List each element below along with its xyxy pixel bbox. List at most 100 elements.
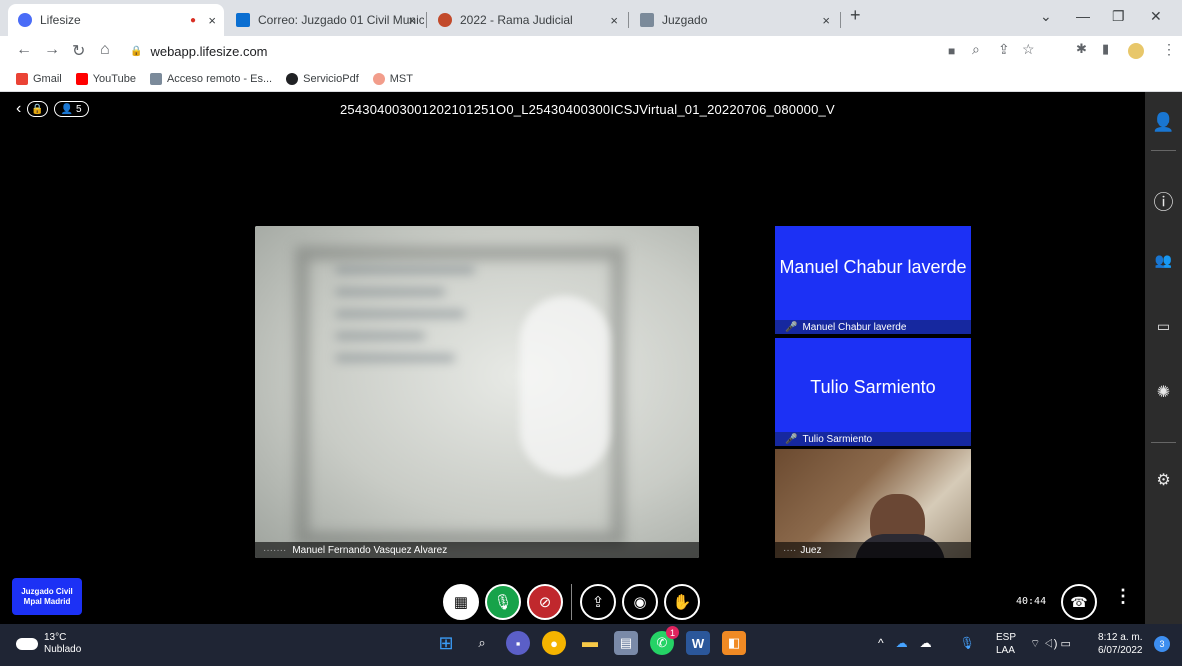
forward-icon[interactable]: → (44, 41, 60, 59)
raise-hand-button[interactable]: ✋ (664, 584, 700, 620)
bookmark-mst[interactable]: MST (372, 72, 413, 85)
lang-secondary: LAA (996, 645, 1015, 656)
tab-correo[interactable]: Correo: Juzgado 01 Civil Municip × (226, 4, 424, 36)
video-document-text (335, 266, 495, 416)
settings-gear-icon[interactable]: ⚙ (1145, 470, 1182, 490)
search-icon[interactable]: ⌕ (470, 631, 494, 655)
close-tab-icon[interactable]: × (822, 13, 830, 28)
camera-in-use-icon[interactable]: ■ (948, 44, 955, 58)
notification-badge[interactable]: 3 (1154, 636, 1170, 652)
teams-icon[interactable]: ▪ (506, 631, 530, 655)
cloud-tray-icon[interactable]: ☁ (920, 636, 932, 650)
lifesize-icon (18, 13, 32, 27)
bookmark-label: ServicioPdf (303, 72, 359, 85)
extensions-icon[interactable]: ✱ (1076, 41, 1087, 57)
recording-icon: ● (189, 14, 196, 26)
tile-display-name: Tulio Sarmiento (810, 377, 936, 397)
bookmark-acceso-remoto[interactable]: Acceso remoto - Es... (149, 72, 272, 85)
side-panel-icon[interactable]: ▮ (1102, 41, 1109, 57)
chrome-icon[interactable]: ● (542, 631, 566, 655)
windows-taskbar: 13°C Nublado ⊞ ⌕ ▪ ● ▬ ▤ ✆ 1 W ◧ ^ ☁ ☁ 🎙 E… (0, 624, 1182, 666)
signal-icon: ······· (263, 544, 287, 556)
network-volume-battery-icons[interactable]: ⌔ ◁) ▭ (1030, 637, 1071, 651)
cloud-icon (16, 638, 38, 650)
pdf-tool-icon[interactable]: ◧ (722, 631, 746, 655)
bookmark-gmail[interactable]: Gmail (16, 72, 62, 85)
whatsapp-badge: 1 (666, 626, 679, 639)
close-tab-icon[interactable]: × (408, 13, 416, 28)
outlook-icon (236, 13, 250, 27)
call-top-left: ‹ 🔒 👤 5 (16, 100, 89, 118)
bookmark-youtube[interactable]: YouTube (75, 72, 136, 85)
back-icon[interactable]: ← (16, 41, 32, 59)
info-icon[interactable]: ⓘ (1145, 186, 1182, 215)
share-icon[interactable]: ⇪ (998, 41, 1010, 58)
back-chevron-icon[interactable]: ‹ (16, 100, 21, 118)
close-tab-icon[interactable]: × (208, 13, 216, 28)
tab-rama-judicial[interactable]: 2022 - Rama Judicial × (428, 4, 626, 36)
app-icon[interactable]: ▤ (614, 631, 638, 655)
new-tab-button[interactable]: + (850, 5, 861, 26)
tab-juzgado[interactable]: Juzgado × (630, 4, 838, 36)
main-participant-label: ······· Manuel Fernando Vasquez Alvarez (255, 542, 699, 558)
home-icon[interactable]: ⌂ (100, 41, 110, 59)
lang-primary: ESP (996, 632, 1017, 643)
url-text: webapp.lifesize.com (150, 43, 268, 59)
hang-up-button[interactable]: ☎ (1061, 584, 1097, 620)
camera-off-button[interactable]: ⊘ (527, 584, 563, 620)
angular-icon (286, 72, 299, 85)
layout-button[interactable]: ▦ (443, 584, 479, 620)
bookmark-label: YouTube (92, 72, 136, 85)
bookmark-star-icon[interactable]: ☆ (1022, 41, 1035, 58)
participants-pill[interactable]: 👤 5 (53, 101, 89, 117)
participant-tile[interactable]: Manuel Chabur laverde 🎤 Manuel Chabur lav… (775, 226, 971, 334)
zoom-icon[interactable]: ⌕ (972, 41, 980, 58)
rail-divider (1151, 442, 1176, 443)
url-field[interactable]: 🔒 webapp.lifesize.com (130, 39, 930, 63)
close-window-icon[interactable]: ✕ (1150, 8, 1162, 25)
tile-display-name: Manuel Chabur laverde (779, 257, 967, 277)
lock-call-icon[interactable]: 🔒 (27, 101, 48, 117)
tray-chevron-icon[interactable]: ^ (878, 636, 884, 650)
tab-lifesize[interactable]: Lifesize ● × (8, 4, 224, 36)
whatsapp-icon[interactable]: ✆ 1 (650, 626, 679, 655)
microphone-button[interactable]: 🎙 (485, 584, 521, 620)
participant-video-tile[interactable]: ···· Juez (775, 449, 971, 558)
onedrive-icon[interactable]: ☁ (896, 636, 908, 650)
participant-tile[interactable]: Tulio Sarmiento 🎤 Tulio Sarmiento (775, 338, 971, 446)
reactions-icon[interactable]: ✺ (1145, 382, 1182, 402)
browser-tab-bar: Lifesize ● × Correo: Juzgado 01 Civil Mu… (0, 0, 1182, 36)
record-button[interactable]: ◉ (622, 584, 658, 620)
minimize-icon[interactable]: — (1076, 8, 1090, 24)
time: 8:12 a. m. (1098, 632, 1143, 643)
tab-search-icon[interactable]: ⌄ (1040, 8, 1052, 25)
video-tile-label: ···· Juez (775, 542, 971, 558)
clock[interactable]: 8:12 a. m. 6/07/2022 (1098, 631, 1143, 657)
start-icon[interactable]: ⊞ (434, 631, 458, 655)
file-explorer-icon[interactable]: ▬ (578, 631, 602, 655)
restore-icon[interactable]: ❐ (1112, 8, 1125, 25)
input-language[interactable]: ESP LAA (996, 631, 1016, 657)
tab-title: Lifesize (40, 13, 81, 27)
share-screen-button[interactable]: ⇪ (580, 584, 616, 620)
tab-title: Correo: Juzgado 01 Civil Municip (258, 13, 424, 27)
system-tray: ^ ☁ ☁ 🎙 (878, 636, 975, 650)
participants-icon[interactable]: 👥 (1145, 252, 1182, 269)
call-controls: ▦ 🎙 ⊘ ⇪ ◉ ✋ (443, 584, 700, 620)
profile-avatar[interactable] (1128, 43, 1144, 59)
bookmark-label: MST (389, 72, 413, 85)
weather-widget[interactable]: 13°C Nublado (16, 632, 81, 656)
tile-label-bar: 🎤 Tulio Sarmiento (775, 432, 971, 446)
close-tab-icon[interactable]: × (610, 13, 618, 28)
tile-label-bar: 🎤 Manuel Chabur laverde (775, 320, 971, 334)
rail-divider (1151, 150, 1176, 151)
word-icon[interactable]: W (686, 631, 710, 655)
more-options-icon[interactable]: ⋮ (1114, 586, 1132, 607)
bookmark-serviciopdf[interactable]: ServicioPdf (286, 72, 359, 85)
add-participant-icon[interactable]: 👤 (1145, 112, 1182, 133)
menu-icon[interactable]: ⋮ (1162, 41, 1176, 58)
mic-tray-icon[interactable]: 🎙 (960, 636, 975, 650)
reload-icon[interactable]: ↻ (72, 41, 85, 61)
chat-icon[interactable]: ▭ (1145, 318, 1182, 335)
main-video[interactable]: ······· Manuel Fernando Vasquez Alvarez (255, 226, 699, 558)
